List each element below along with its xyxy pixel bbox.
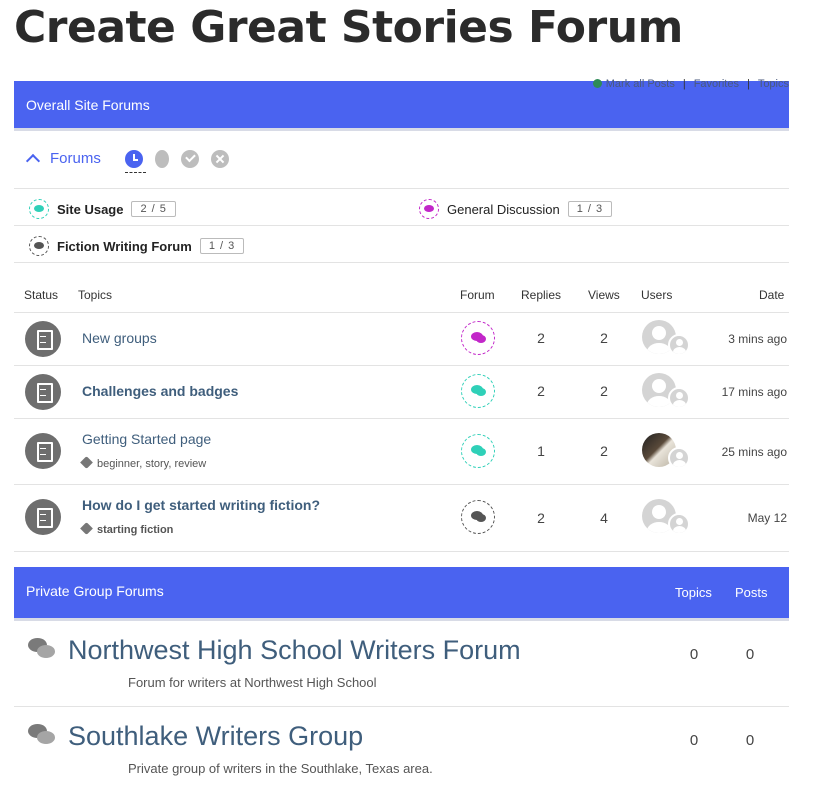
tag-links[interactable]: beginner, story, review (97, 458, 206, 470)
chevron-up-icon (25, 153, 41, 169)
users-avatars (642, 433, 692, 473)
column-header-topics: Topics (78, 288, 113, 302)
column-header-date: Date (759, 288, 785, 302)
divider (14, 262, 789, 263)
group-posts-count: 0 (745, 646, 755, 663)
forum-count-badge: 1 / 3 (199, 238, 245, 254)
topic-date: 17 mins ago (721, 385, 787, 399)
group-forum-description: Forum for writers at Northwest High Scho… (128, 675, 377, 690)
favorites-link[interactable]: Favorites (694, 78, 739, 90)
group-posts-count: 0 (745, 732, 755, 749)
users-avatars (642, 373, 692, 413)
flame-icon[interactable] (155, 150, 169, 168)
private-forums-title: Private Group Forums (26, 583, 164, 599)
column-header-replies: Replies (521, 288, 562, 302)
close-icon[interactable] (211, 150, 229, 168)
column-header-topics: Topics (675, 585, 712, 600)
tag-icon (80, 456, 93, 469)
forum-link-general-discussion[interactable]: General Discussion 1 / 3 (419, 199, 613, 219)
forum-name: General Discussion (447, 201, 560, 217)
topic-link[interactable]: Challenges and badges (82, 383, 238, 399)
table-row: Challenges and badges 2 2 17 mins ago (14, 366, 789, 418)
forum-name: Site Usage (57, 201, 124, 217)
topic-link[interactable]: How do I get started writing fiction? (82, 497, 320, 513)
replies-count: 2 (537, 510, 545, 526)
divider (14, 225, 789, 226)
chat-bubble-icon[interactable] (461, 500, 495, 534)
column-header-posts: Posts (735, 585, 768, 600)
users-avatars (642, 499, 692, 539)
table-row: How do I get started writing fiction? st… (14, 485, 789, 551)
chat-bubble-icon[interactable] (461, 374, 495, 408)
document-icon (25, 499, 61, 535)
divider (14, 551, 789, 552)
group-topics-count: 0 (689, 646, 699, 663)
topic-link[interactable]: New groups (82, 330, 157, 346)
filter-icons (125, 150, 229, 168)
group-forum-link[interactable]: Northwest High School Writers Forum (68, 635, 521, 666)
check-icon[interactable] (181, 150, 199, 168)
views-count: 2 (600, 330, 608, 346)
forum-count-badge: 2 / 5 (131, 201, 176, 217)
group-forum-row: Northwest High School Writers Forum Foru… (14, 621, 789, 705)
forum-link-fiction-writing[interactable]: Fiction Writing Forum 1 / 3 (29, 236, 245, 256)
column-header-status: Status (24, 288, 59, 302)
group-forum-row: Southlake Writers Group Private group of… (14, 707, 789, 787)
overall-forums-title: Overall Site Forums (26, 97, 150, 113)
forum-name: Fiction Writing Forum (57, 238, 192, 254)
topic-tags: starting fiction (80, 522, 173, 536)
table-row: New groups 2 2 3 mins ago (14, 313, 789, 365)
chat-bubble-icon[interactable] (461, 321, 495, 355)
topic-date: May 12 (747, 511, 787, 525)
avatar[interactable] (668, 513, 690, 535)
forum-link-site-usage[interactable]: Site Usage 2 / 5 (29, 199, 176, 219)
table-row: Getting Started page beginner, story, re… (14, 419, 789, 484)
active-filter-underline (125, 172, 146, 173)
divider (14, 188, 789, 189)
forum-count-badge: 1 / 3 (567, 201, 613, 217)
topic-link[interactable]: Getting Started page (82, 431, 211, 447)
chat-bubble-icon[interactable] (461, 434, 495, 468)
topics-link[interactable]: Topics (758, 78, 789, 90)
clock-icon[interactable] (125, 150, 143, 168)
overall-forums-header: Overall Site Forums Mark all Posts | Favor… (14, 78, 789, 128)
users-avatars (642, 320, 692, 360)
column-header-users: Users (641, 288, 673, 302)
avatar[interactable] (668, 334, 690, 356)
tag-icon (80, 522, 93, 535)
chat-bubble-icon (29, 199, 49, 219)
topic-date: 25 mins ago (721, 445, 787, 459)
column-header-forum: Forum (460, 288, 495, 302)
chat-bubble-icon (419, 199, 439, 219)
tag-links[interactable]: starting fiction (97, 524, 173, 536)
chat-bubbles-icon (28, 724, 56, 746)
document-icon (25, 374, 61, 410)
views-count: 2 (600, 383, 608, 399)
mark-all-posts-link[interactable]: Mark all Posts (606, 78, 675, 90)
group-forum-link[interactable]: Southlake Writers Group (68, 721, 363, 752)
chat-bubble-icon (29, 236, 49, 256)
topic-date: 3 mins ago (728, 332, 787, 346)
forums-toggle-label: Forums (50, 150, 101, 167)
header-links: Mark all Posts | Favorites | Topics (592, 78, 789, 90)
replies-count: 1 (537, 443, 545, 459)
page-title: Create Great Stories Forum (14, 2, 683, 53)
views-count: 2 (600, 443, 608, 459)
forums-toggle[interactable]: Forums (25, 150, 101, 169)
group-forum-description: Private group of writers in the Southlak… (128, 761, 433, 776)
avatar[interactable] (668, 387, 690, 409)
topic-tags: beginner, story, review (80, 456, 206, 470)
document-icon (25, 321, 61, 357)
column-header-views: Views (588, 288, 620, 302)
document-icon (25, 433, 61, 469)
replies-count: 2 (537, 383, 545, 399)
chat-bubbles-icon (28, 638, 56, 660)
private-forums-header: Private Group Forums Topics Posts (14, 567, 789, 618)
avatar[interactable] (668, 447, 690, 469)
mark-read-icon (592, 79, 602, 88)
views-count: 4 (600, 510, 608, 526)
group-topics-count: 0 (689, 732, 699, 749)
replies-count: 2 (537, 330, 545, 346)
divider (14, 128, 789, 131)
